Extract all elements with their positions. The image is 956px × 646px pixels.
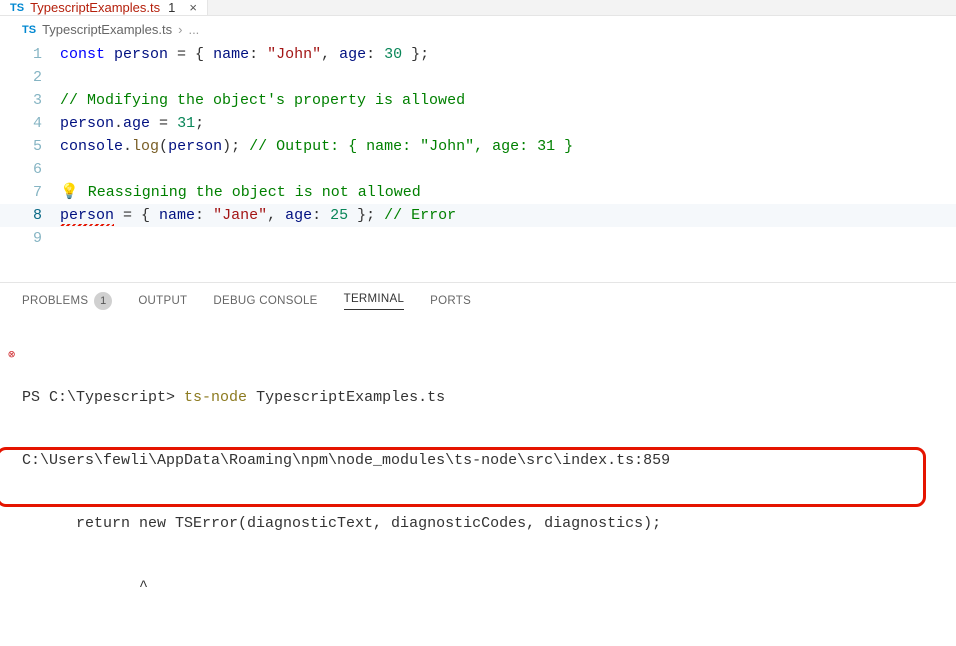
tab-modified-indicator: 1 <box>168 0 175 15</box>
code-line: 9 <box>0 227 956 250</box>
code-line: 4 person.age = 31; <box>0 112 956 135</box>
breadcrumb-more[interactable]: ... <box>188 22 199 37</box>
breadcrumb-file[interactable]: TypescriptExamples.ts <box>42 22 172 37</box>
line-number: 4 <box>0 112 60 135</box>
line-number: 5 <box>0 135 60 158</box>
lightbulb-icon[interactable]: 💡 <box>60 184 79 201</box>
problems-count-badge: 1 <box>94 292 112 310</box>
line-number: 6 <box>0 158 60 181</box>
code-editor[interactable]: 1 const person = { name: "John", age: 30… <box>0 43 956 258</box>
tab-debug-console[interactable]: DEBUG CONSOLE <box>213 295 317 307</box>
line-number: 1 <box>0 43 60 66</box>
tab-problems[interactable]: PROBLEMS 1 <box>22 292 112 310</box>
error-squiggle: person <box>60 207 114 224</box>
close-icon[interactable]: × <box>189 0 197 15</box>
code-line: 7 💡 Reassigning the object is not allowe… <box>0 181 956 204</box>
breadcrumb: TS TypescriptExamples.ts › ... <box>0 16 956 43</box>
code-line: 6 <box>0 158 956 181</box>
code-line: 1 const person = { name: "John", age: 30… <box>0 43 956 66</box>
line-number: 7 <box>0 181 60 204</box>
line-number: 9 <box>0 227 60 250</box>
tab-output[interactable]: OUTPUT <box>138 295 187 307</box>
code-line: 2 <box>0 66 956 89</box>
tab-terminal[interactable]: TERMINAL <box>344 293 405 310</box>
tab-ports[interactable]: PORTS <box>430 295 471 307</box>
bottom-panel: PROBLEMS 1 OUTPUT DEBUG CONSOLE TERMINAL… <box>0 282 956 646</box>
code-line: 3 // Modifying the object's property is … <box>0 89 956 112</box>
typescript-icon: TS <box>10 2 24 14</box>
line-number: 3 <box>0 89 60 112</box>
terminal-output[interactable]: ⊗ PS C:\Typescript> ts-node TypescriptEx… <box>0 316 956 646</box>
tab-filename: TypescriptExamples.ts <box>30 0 160 15</box>
error-dot-icon: ⊗ <box>8 345 15 366</box>
editor-tab[interactable]: TS TypescriptExamples.ts 1 × <box>0 0 208 15</box>
code-line: 8 person = { name: "Jane", age: 25 }; //… <box>0 204 956 227</box>
editor-tab-bar: TS TypescriptExamples.ts 1 × <box>0 0 956 16</box>
line-number: 8 <box>0 204 60 227</box>
chevron-right-icon: › <box>178 22 182 37</box>
line-number: 2 <box>0 66 60 89</box>
code-line: 5 console.log(person); // Output: { name… <box>0 135 956 158</box>
panel-tabs: PROBLEMS 1 OUTPUT DEBUG CONSOLE TERMINAL… <box>0 282 956 316</box>
typescript-icon: TS <box>22 24 36 36</box>
